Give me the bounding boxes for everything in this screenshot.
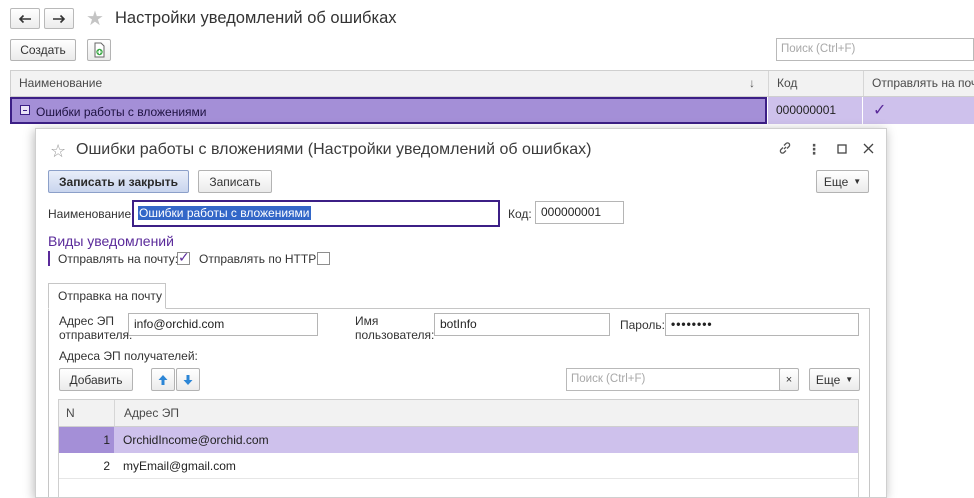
group-marker <box>48 251 50 266</box>
recipients-table-header: N Адрес ЭП <box>58 399 859 427</box>
forward-arrow-icon <box>53 14 66 23</box>
collapse-icon[interactable] <box>20 105 30 115</box>
add-button[interactable]: Добавить <box>59 368 133 391</box>
column-header-send-email[interactable]: Отправлять на почту <box>863 71 974 96</box>
page-title: Настройки уведомлений об ошибках <box>115 9 397 27</box>
column-header-name[interactable]: Наименование <box>11 71 768 96</box>
move-down-button[interactable] <box>176 368 200 391</box>
checkmark-icon: ✓ <box>178 249 190 265</box>
column-header-code[interactable]: Код <box>768 71 863 96</box>
name-field[interactable]: Ошибки работы с вложениями <box>132 200 500 227</box>
arrow-down-icon <box>183 374 193 385</box>
row-email: myEmail@gmail.com <box>123 459 236 473</box>
dropdown-caret-icon: ▼ <box>853 177 862 186</box>
save-and-close-button[interactable]: Записать и закрыть <box>48 170 189 193</box>
more-button-2[interactable]: Еще ▼ <box>809 368 860 391</box>
send-http-label: Отправлять по HTTP: <box>199 252 320 266</box>
clear-search-icon[interactable]: × <box>779 368 799 391</box>
item-dialog: ☆ Ошибки работы с вложениями (Настройки … <box>35 128 887 498</box>
link-icon[interactable] <box>777 141 793 158</box>
tab-send-email[interactable]: Отправка на почту <box>48 283 166 309</box>
more-label-2: Еще <box>815 372 841 387</box>
table-row[interactable]: 1 OrchidIncome@orchid.com <box>58 427 859 453</box>
sender-label: Адрес ЭП отправителя: <box>59 314 133 342</box>
table-left-border <box>58 427 59 497</box>
save-button[interactable]: Записать <box>198 170 272 193</box>
password-field[interactable]: •••••••• <box>665 313 859 336</box>
more-label: Еще <box>823 174 849 189</box>
name-label: Наименование: <box>48 207 135 221</box>
arrow-up-icon <box>158 374 168 385</box>
close-icon[interactable] <box>860 141 876 157</box>
name-field-value: Ошибки работы с вложениями <box>138 206 311 220</box>
checkmark-icon: ✓ <box>873 102 887 119</box>
forward-button[interactable] <box>44 8 74 29</box>
send-email-checkbox[interactable]: ✓ <box>177 249 190 265</box>
table-row[interactable]: 2 myEmail@gmail.com <box>58 453 859 479</box>
back-button[interactable] <box>10 8 40 29</box>
favorite-star-icon[interactable]: ☆ <box>50 141 66 161</box>
copy-add-button[interactable] <box>87 39 111 61</box>
group-title: Виды уведомлений <box>48 233 174 249</box>
code-label: Код: <box>508 207 532 221</box>
more-button[interactable]: Еще ▼ <box>816 170 869 193</box>
copy-add-icon <box>94 42 105 58</box>
sender-email-field[interactable]: info@orchid.com <box>128 313 318 336</box>
table-right-border <box>858 427 859 497</box>
column-header-email[interactable]: Адрес ЭП <box>124 400 179 426</box>
row-send-email-cell: ✓ <box>863 97 974 124</box>
recipients-label: Адреса ЭП получателей: <box>59 349 198 363</box>
row-number: 1 <box>103 433 110 447</box>
row-number: 2 <box>103 459 110 473</box>
search-input[interactable]: Поиск (Ctrl+F) <box>776 38 974 61</box>
list-header: Наименование ↓ Код Отправлять на почту <box>10 70 974 97</box>
more-vertical-icon[interactable]: ⋮ <box>806 141 822 157</box>
code-field[interactable]: 000000001 <box>535 201 624 224</box>
row-name-text: Ошибки работы с вложениями <box>36 105 207 119</box>
row-name-cell[interactable]: Ошибки работы с вложениями <box>10 97 767 124</box>
dialog-title: Ошибки работы с вложениями (Настройки ув… <box>76 141 592 158</box>
back-arrow-icon <box>18 14 31 23</box>
username-label: Имя пользователя: <box>355 314 435 342</box>
column-header-n[interactable]: N <box>66 400 75 426</box>
table-row[interactable]: Ошибки работы с вложениями 000000001 ✓ <box>10 97 974 124</box>
favorite-star-icon[interactable]: ★ <box>86 9 104 29</box>
row-code-cell: 000000001 <box>768 97 862 124</box>
sort-indicator-icon: ↓ <box>749 76 755 90</box>
maximize-icon[interactable] <box>834 141 850 157</box>
send-email-label: Отправлять на почту: <box>58 252 179 266</box>
password-label: Пароль: <box>620 318 665 332</box>
dropdown-caret-icon: ▼ <box>845 375 854 384</box>
column-divider <box>114 400 115 426</box>
move-up-button[interactable] <box>151 368 175 391</box>
send-http-checkbox[interactable] <box>317 252 330 265</box>
row-email: OrchidIncome@orchid.com <box>123 433 269 447</box>
create-button[interactable]: Создать <box>10 39 76 61</box>
recipients-search-input[interactable]: Поиск (Ctrl+F) <box>566 368 780 391</box>
username-field[interactable]: botInfo <box>434 313 610 336</box>
